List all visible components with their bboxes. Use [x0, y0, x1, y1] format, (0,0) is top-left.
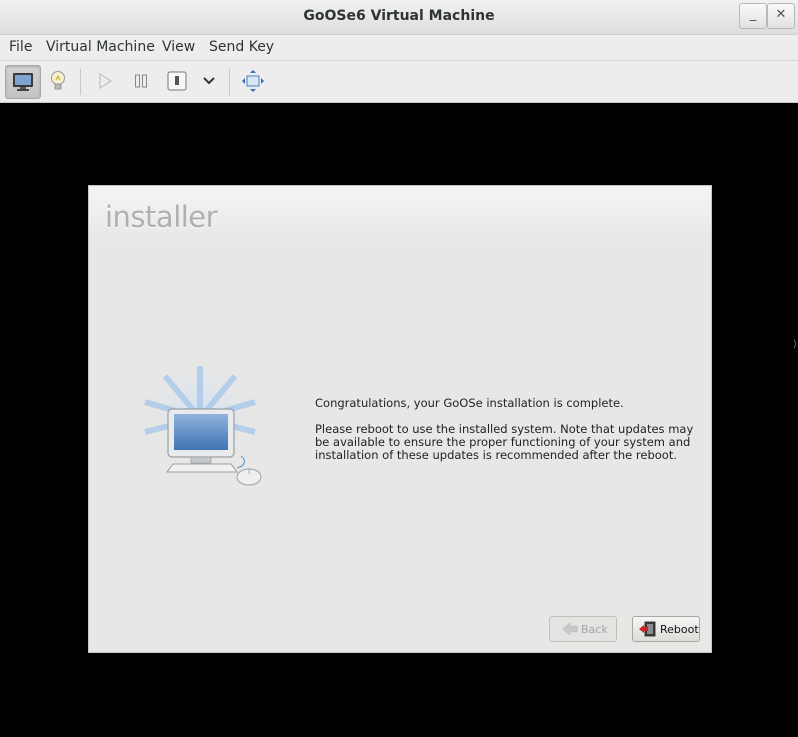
completion-body: Please reboot to use the installed syste…	[315, 422, 694, 462]
pause-button[interactable]	[124, 65, 158, 97]
power-icon	[167, 71, 187, 91]
menu-view[interactable]: View	[162, 39, 195, 55]
reboot-button[interactable]: Reboot	[632, 616, 700, 642]
back-button-label: Back	[581, 622, 608, 636]
shutdown-menu-button[interactable]	[192, 65, 226, 97]
back-arrow-icon	[562, 622, 578, 636]
minimize-button[interactable]: _	[739, 3, 767, 29]
installer-logo: installer	[105, 200, 218, 234]
menu-send-key[interactable]: Send Key	[209, 39, 274, 55]
pause-icon	[135, 74, 147, 88]
window-title: GoOSe6 Virtual Machine	[303, 8, 495, 24]
vm-display[interactable]: installer Congratulations, your GoOSe in…	[0, 103, 798, 737]
vm-window: GoOSe6 Virtual Machine _ ✕ File Virtual …	[0, 0, 798, 737]
chevron-down-icon	[203, 77, 215, 85]
resize-handle-icon[interactable]: ⟩	[793, 339, 798, 356]
menu-virtual-machine[interactable]: Virtual Machine	[46, 39, 155, 55]
back-button[interactable]: Back	[549, 616, 617, 642]
reboot-button-label: Reboot	[660, 622, 699, 636]
computer-complete-icon	[138, 362, 262, 486]
play-icon	[99, 73, 112, 89]
fullscreen-icon	[242, 70, 264, 92]
run-button[interactable]	[88, 65, 122, 97]
menu-bar: File Virtual Machine View Send Key	[0, 35, 798, 61]
close-button[interactable]: ✕	[767, 3, 795, 29]
title-bar[interactable]: GoOSe6 Virtual Machine _ ✕	[0, 0, 798, 35]
reboot-icon	[639, 621, 656, 637]
monitor-icon	[13, 73, 33, 91]
toolbar	[0, 61, 798, 103]
shutdown-button[interactable]	[160, 65, 194, 97]
lightbulb-icon	[51, 71, 65, 90]
menu-file[interactable]: File	[9, 39, 32, 55]
fullscreen-button[interactable]	[236, 65, 270, 97]
completion-title: Congratulations, your GoOSe installation…	[315, 396, 624, 410]
installer-header: installer	[89, 186, 711, 246]
close-icon: ✕	[775, 7, 787, 22]
minimize-icon: _	[749, 7, 757, 22]
details-button[interactable]	[41, 65, 75, 97]
console-button[interactable]	[5, 65, 41, 99]
installer-panel: installer Congratulations, your GoOSe in…	[88, 185, 712, 653]
